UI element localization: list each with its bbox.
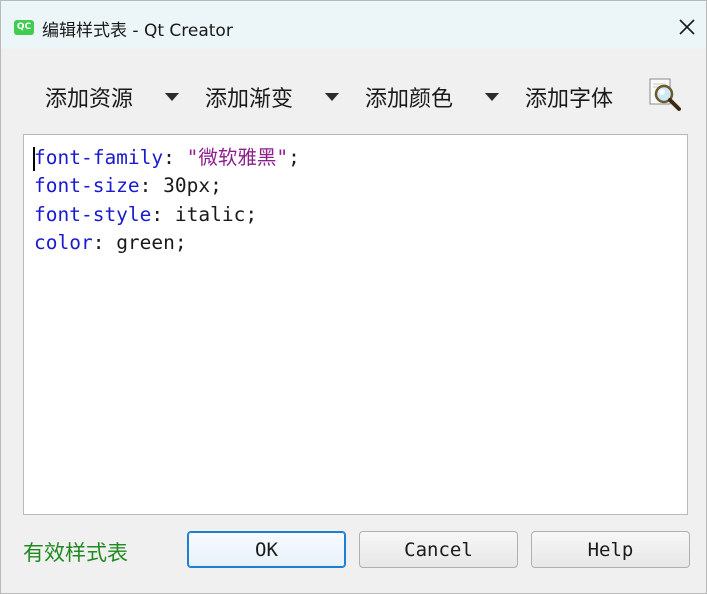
- code-line: color: green;: [34, 229, 300, 257]
- ok-button[interactable]: OK: [187, 531, 346, 568]
- code-line: font-style: italic;: [34, 201, 300, 229]
- css-value: green: [116, 230, 175, 254]
- close-button[interactable]: [669, 9, 705, 45]
- add-color-label: 添加颜色: [365, 87, 454, 112]
- add-resource-button[interactable]: 添加资源: [45, 79, 133, 115]
- add-gradient-label: 添加渐变: [205, 87, 294, 112]
- css-separator: :: [151, 202, 175, 226]
- add-color-dropdown-arrow-icon[interactable]: [485, 93, 499, 101]
- help-label: Help: [587, 538, 634, 561]
- validity-status: 有效样式表: [23, 541, 128, 565]
- code-line: font-family: "微软雅黑";: [34, 144, 300, 172]
- css-separator: :: [92, 230, 117, 254]
- css-value: italic: [174, 202, 246, 226]
- code-line: font-size: 30px;: [34, 172, 300, 200]
- css-separator: :: [163, 146, 187, 169]
- find-button[interactable]: [647, 77, 683, 113]
- css-value: "微软雅黑": [186, 146, 289, 169]
- add-gradient-dropdown-arrow-icon[interactable]: [325, 93, 339, 101]
- code-content: font-family: "微软雅黑"; font-size: 30px; font…: [34, 144, 300, 257]
- dialog-window: QC 编辑样式表 - Qt Creator 添加资源 添加渐变 添加颜色 添加字…: [0, 0, 707, 594]
- css-property: font-family: [34, 146, 164, 169]
- add-font-button[interactable]: 添加字体: [525, 79, 613, 115]
- add-gradient-button[interactable]: 添加渐变: [205, 79, 293, 115]
- css-property: color: [34, 230, 93, 254]
- window-title: 编辑样式表 - Qt Creator: [42, 21, 233, 41]
- css-property: font-size: [34, 174, 140, 198]
- add-resource-dropdown-arrow-icon[interactable]: [165, 93, 179, 101]
- css-terminator: ;: [245, 202, 258, 226]
- title-bar: QC 编辑样式表 - Qt Creator: [1, 1, 706, 49]
- css-separator: :: [139, 174, 164, 198]
- stylesheet-editor[interactable]: font-family: "微软雅黑"; font-size: 30px; font…: [23, 134, 688, 515]
- close-icon: [679, 19, 695, 35]
- add-color-button[interactable]: 添加颜色: [365, 79, 453, 115]
- add-resource-label: 添加资源: [45, 87, 134, 112]
- css-terminator: ;: [174, 230, 187, 254]
- help-button[interactable]: Help: [531, 531, 690, 568]
- add-font-label: 添加字体: [525, 87, 614, 112]
- css-terminator: ;: [288, 146, 300, 169]
- magnifier-document-icon: [649, 78, 681, 111]
- ok-label: OK: [255, 538, 278, 561]
- qt-creator-icon: QC: [14, 20, 34, 35]
- cancel-button[interactable]: Cancel: [359, 531, 518, 568]
- cancel-label: Cancel: [404, 538, 473, 561]
- css-value: 30px: [163, 174, 211, 198]
- css-terminator: ;: [210, 174, 222, 198]
- css-property: font-style: [34, 202, 152, 226]
